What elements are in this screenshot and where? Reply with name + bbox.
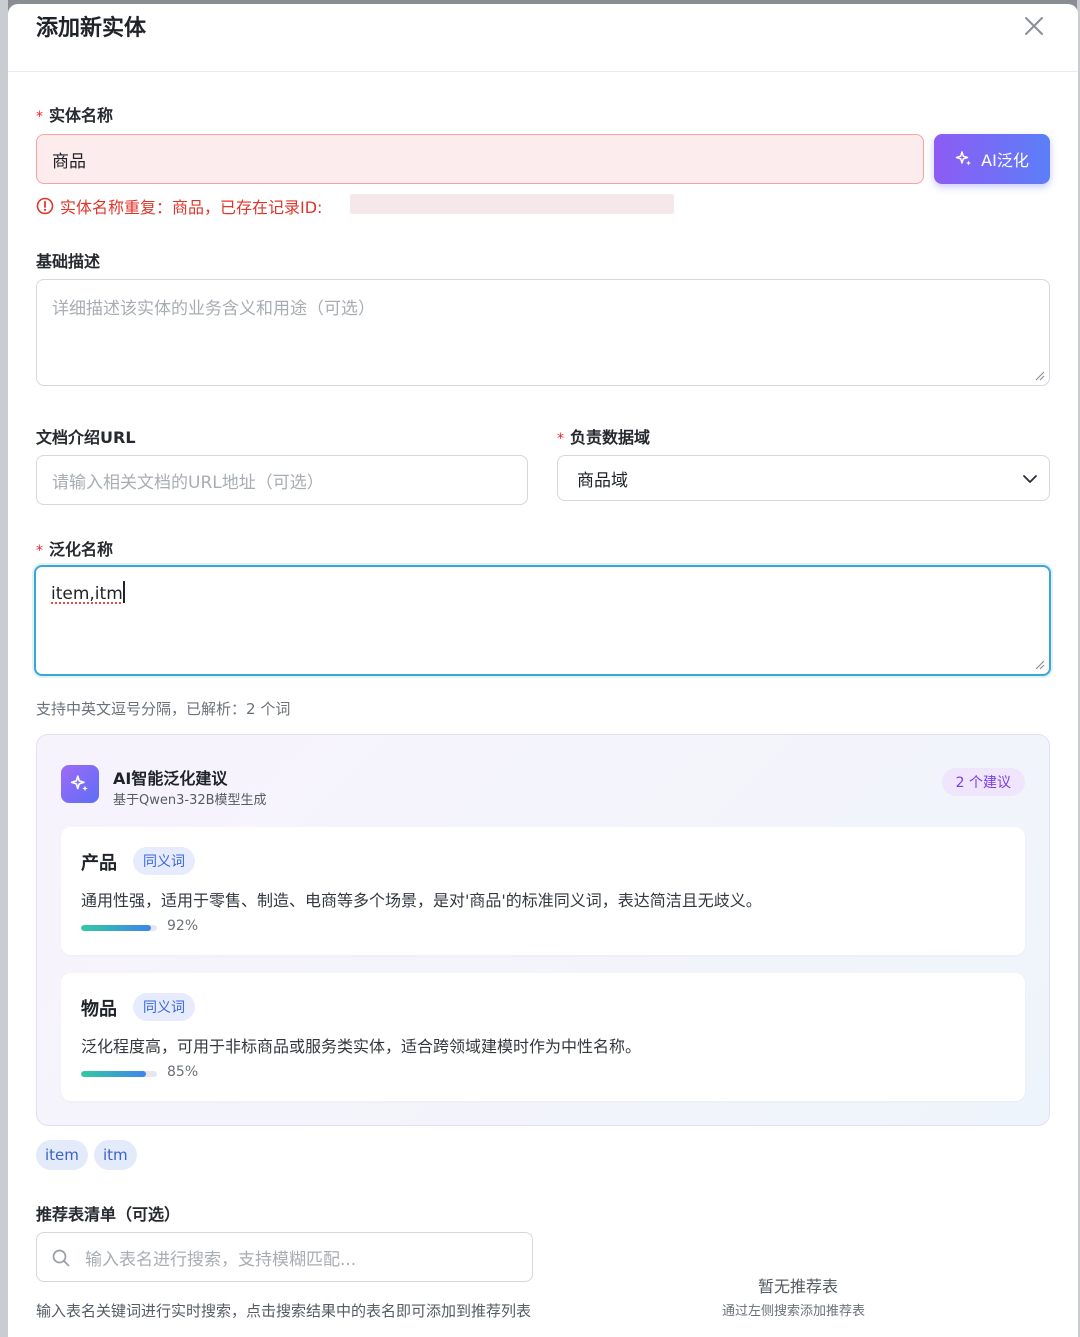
table-search-input[interactable]: 输入表名进行搜索，支持模糊匹配... <box>36 1232 533 1282</box>
empty-state-subtitle: 通过左侧搜索添加推荐表 <box>722 1304 866 1319</box>
doc-url-input[interactable]: 请输入相关文档的URL地址（可选） <box>36 455 528 505</box>
add-entity-modal: 添加新实体 * 实体名称 商品 AI泛化 实体名称重复：商品，已存在记录ID: 基… <box>8 4 1078 1337</box>
confidence-bar-fill <box>81 925 151 931</box>
confidence-percent: 92% <box>167 918 199 934</box>
ai-suggestion-panel: AI智能泛化建议 基于Qwen3-32B模型生成 2 个建议 产品 同义词 通用… <box>36 734 1050 1126</box>
entity-name-label: * 实体名称 <box>36 106 114 125</box>
resize-handle-icon[interactable] <box>1033 658 1045 670</box>
suggestion-word: 物品 <box>81 999 117 1020</box>
close-button[interactable] <box>1020 12 1048 40</box>
generalized-name-chip[interactable]: item <box>36 1140 88 1170</box>
entity-name-input[interactable]: 商品 <box>36 134 924 184</box>
redacted-record-id <box>350 194 674 214</box>
generalized-label: * 泛化名称 <box>36 540 114 559</box>
suggestion-word: 产品 <box>81 853 117 874</box>
ai-panel-subtitle: 基于Qwen3-32B模型生成 <box>113 793 267 808</box>
modal-backdrop <box>0 0 8 1337</box>
suggestion-description: 泛化程度高，可用于非标商品或服务类实体，适合跨领域建模时作为中性名称。 <box>81 1037 642 1056</box>
description-textarea[interactable]: 详细描述该实体的业务含义和用途（可选） <box>36 279 1050 386</box>
generalized-name-chip[interactable]: itm <box>94 1140 137 1170</box>
sparkle-icon <box>70 775 88 792</box>
table-search-hint: 输入表名关键词进行实时搜索，点击搜索结果中的表名即可添加到推荐列表 <box>36 1302 532 1320</box>
chevron-down-icon <box>1023 475 1037 483</box>
search-icon <box>52 1249 70 1267</box>
suggestion-card[interactable]: 产品 同义词 通用性强，适用于零售、制造、电商等多个场景，是对'商品'的标准同义… <box>61 827 1025 955</box>
error-icon <box>36 197 54 215</box>
ai-generalize-label: AI泛化 <box>981 151 1029 170</box>
close-icon <box>1025 17 1043 35</box>
doc-url-label: 文档介绍URL <box>36 428 136 447</box>
sparkle-icon <box>955 151 972 166</box>
confidence-percent: 85% <box>167 1064 199 1080</box>
suggestion-card[interactable]: 物品 同义词 泛化程度高，可用于非标商品或服务类实体，适合跨领域建模时作为中性名… <box>61 973 1025 1101</box>
required-mark: * <box>557 431 564 447</box>
domain-selected-value: 商品域 <box>577 470 628 491</box>
modal-title: 添加新实体 <box>36 16 147 41</box>
text-cursor <box>122 581 125 603</box>
ai-sparkle-badge <box>61 765 99 803</box>
suggestion-count-badge: 2 个建议 <box>941 768 1025 796</box>
domain-label: * 负责数据域 <box>557 428 651 447</box>
empty-state-title: 暂无推荐表 <box>758 1277 839 1296</box>
confidence-bar <box>81 1071 157 1077</box>
suggestion-description: 通用性强，适用于零售、制造、电商等多个场景，是对'商品'的标准同义词，表达简洁且… <box>81 891 762 910</box>
ai-generalize-button[interactable]: AI泛化 <box>934 134 1050 184</box>
resize-handle-icon[interactable] <box>1033 369 1045 381</box>
generalized-names-textarea[interactable]: item,itm <box>34 565 1051 676</box>
generalized-hint: 支持中英文逗号分隔，已解析：2 个词 <box>36 700 291 718</box>
domain-select[interactable]: 商品域 <box>557 455 1050 501</box>
required-mark: * <box>36 543 43 559</box>
entity-name-value: 商品 <box>52 151 86 172</box>
modal-header: 添加新实体 <box>8 4 1078 72</box>
suggestion-type-tag: 同义词 <box>133 847 195 875</box>
suggestion-type-tag: 同义词 <box>133 993 195 1021</box>
entity-name-error: 实体名称重复：商品，已存在记录ID: <box>36 194 322 218</box>
tables-label: 推荐表清单（可选） <box>36 1205 181 1224</box>
confidence-bar-fill <box>81 1071 146 1077</box>
confidence-bar <box>81 925 157 931</box>
ai-panel-title: AI智能泛化建议 <box>113 769 228 788</box>
generalized-value: item,itm <box>51 584 123 604</box>
description-label: 基础描述 <box>36 252 101 271</box>
required-mark: * <box>36 109 43 125</box>
